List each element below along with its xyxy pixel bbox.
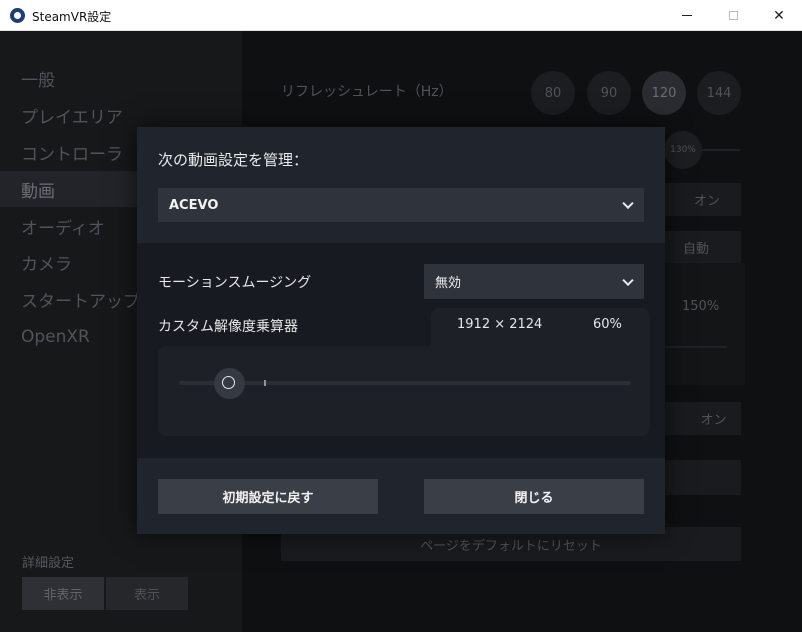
resolution-value: 1912 × 2124 — [457, 317, 543, 332]
render-percent-bubble[interactable]: 130% — [664, 131, 702, 169]
background-resolution-panel — [665, 263, 745, 385]
minimize-button[interactable] — [664, 0, 710, 31]
sidebar-item-label: カメラ — [21, 254, 72, 275]
advanced-settings-toggle: 非表示 表示 — [22, 577, 188, 610]
close-window-button[interactable]: ✕ — [756, 0, 802, 31]
sidebar-item-general[interactable]: 一般 — [0, 60, 242, 96]
refresh-rate-144-button[interactable]: 144 — [697, 71, 741, 115]
on-label: オン — [700, 413, 727, 428]
minimize-icon — [682, 15, 692, 16]
auto-label: 自動 — [682, 241, 709, 257]
motion-smoothing-dropdown[interactable]: 無効 — [424, 264, 644, 299]
resolution-percent: 60% — [593, 317, 622, 332]
background-row-panel — [661, 460, 741, 495]
motion-smoothing-label: モーションスムージング — [158, 275, 312, 291]
hide-advanced-button[interactable]: 非表示 — [22, 577, 104, 610]
on-label: オン — [693, 194, 720, 209]
close-icon: ✕ — [773, 7, 785, 24]
title-bar: SteamVR設定 ✕ — [0, 0, 802, 31]
sidebar-item-label: プレイエリア — [21, 107, 123, 128]
resolution-slider-handle[interactable] — [214, 368, 245, 399]
background-resolution-track — [665, 346, 727, 348]
resolution-slider-track[interactable] — [179, 381, 631, 385]
show-advanced-button[interactable]: 表示 — [106, 577, 188, 610]
profile-value: ACEVO — [169, 197, 219, 213]
refresh-rate-90-button[interactable]: 90 — [587, 71, 631, 115]
video-settings-modal: 次の動画設定を管理： ACEVO モーションスムージング 無効 カスタム解像度乗… — [137, 127, 665, 534]
sidebar-item-label: 一般 — [21, 70, 55, 91]
sidebar-item-label: スタートアップ/ — [21, 291, 146, 312]
background-auto-button[interactable]: 自動 — [661, 231, 741, 263]
close-modal-button[interactable]: 閉じる — [424, 479, 644, 514]
maximize-button[interactable] — [710, 0, 756, 31]
steamvr-app-icon — [10, 8, 25, 23]
profile-dropdown[interactable]: ACEVO — [158, 188, 644, 222]
refresh-rate-80-button[interactable]: 80 — [531, 71, 575, 115]
motion-smoothing-value: 無効 — [435, 276, 462, 291]
chevron-down-icon — [622, 274, 634, 286]
advanced-settings-label: 詳細設定 — [22, 556, 75, 571]
maximize-icon — [728, 11, 738, 20]
resolution-multiplier-label: カスタム解像度乗算器 — [158, 319, 298, 335]
sidebar-item-label: OpenXR — [21, 327, 90, 347]
modal-title: 次の動画設定を管理： — [158, 151, 309, 169]
sidebar-item-label: 動画 — [21, 181, 55, 202]
window-title: SteamVR設定 — [32, 10, 112, 24]
chevron-down-icon — [622, 197, 634, 210]
refresh-rate-label: リフレッシュレート（Hz） — [281, 84, 453, 100]
background-150-percent: 150% — [682, 299, 720, 314]
sidebar-item-label: オーディオ — [21, 218, 105, 239]
reset-defaults-button[interactable]: 初期設定に戻す — [158, 479, 378, 514]
modal-header — [137, 127, 665, 243]
refresh-rate-120-button[interactable]: 120 — [642, 71, 686, 115]
sidebar-item-label: コントローラ — [21, 144, 123, 165]
resolution-slider-mark — [264, 380, 266, 386]
render-slider-track — [700, 149, 740, 151]
